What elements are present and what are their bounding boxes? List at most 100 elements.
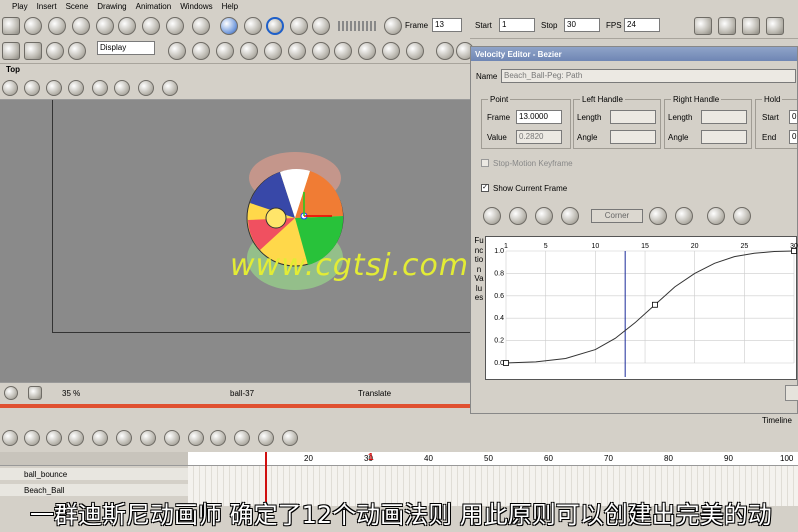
lock-icon[interactable]: [406, 42, 424, 60]
motion-icon[interactable]: [68, 430, 84, 446]
fps-field[interactable]: 24: [624, 18, 660, 32]
play-sound-icon[interactable]: [244, 17, 262, 35]
shapes-icon[interactable]: [282, 430, 298, 446]
menu-drawing[interactable]: Drawing: [97, 2, 126, 11]
function-curve-graph[interactable]: 1 5 10 15 20 25 30 0.0 0.2 0.4 0.6 0.8 1.0: [485, 236, 798, 380]
peg-icon[interactable]: [168, 42, 186, 60]
add-layer-icon[interactable]: [2, 430, 18, 446]
frame-back-icon[interactable]: [384, 17, 402, 35]
camera-viewport[interactable]: www.cgtsj.com: [0, 100, 470, 382]
menu-animation[interactable]: Animation: [136, 2, 172, 11]
menu-play[interactable]: Play: [12, 2, 28, 11]
layer-ball-bounce[interactable]: ball_bounce: [24, 470, 67, 479]
keyframe-point: [652, 301, 658, 308]
ease-icon[interactable]: [733, 207, 751, 225]
contour-tool-icon[interactable]: [24, 42, 42, 60]
corner-button[interactable]: Corner: [591, 209, 643, 223]
view-lock-icon[interactable]: [68, 80, 84, 96]
stepped-icon[interactable]: [561, 207, 579, 225]
point-frame-field[interactable]: 13.0000: [516, 110, 562, 124]
new-icon[interactable]: [694, 17, 712, 35]
remove-keyframe-icon[interactable]: [46, 430, 62, 446]
play-icon[interactable]: [220, 17, 238, 35]
no-entry-icon[interactable]: [48, 17, 66, 35]
view-padlock-icon[interactable]: [92, 80, 108, 96]
abc-tool-icon[interactable]: [2, 17, 20, 35]
ramp-icon[interactable]: [382, 42, 400, 60]
menu-windows[interactable]: Windows: [180, 2, 212, 11]
copy-icon[interactable]: [535, 207, 553, 225]
key-next-icon[interactable]: [140, 430, 156, 446]
onion-skin-icon[interactable]: [216, 42, 234, 60]
speed-slider[interactable]: [338, 21, 378, 31]
frame-field[interactable]: 13: [432, 18, 462, 32]
sound-scrub-icon[interactable]: [312, 17, 330, 35]
lock-handle-icon[interactable]: [707, 207, 725, 225]
preview-icon[interactable]: [288, 42, 306, 60]
save-icon[interactable]: [742, 17, 760, 35]
menu-help[interactable]: Help: [222, 2, 238, 11]
layer-beach-ball[interactable]: Beach_Ball: [24, 486, 64, 495]
show-current-checkbox[interactable]: ✓: [481, 184, 489, 192]
undo-icon[interactable]: [766, 17, 784, 35]
menu-scene[interactable]: Scene: [66, 2, 89, 11]
stop-field[interactable]: 30: [564, 18, 600, 32]
camera-frame-left: [52, 100, 53, 332]
view-eraser-icon[interactable]: [114, 80, 130, 96]
cog-icon[interactable]: [334, 42, 352, 60]
link-icon[interactable]: [92, 430, 108, 446]
figure-icon[interactable]: [192, 17, 210, 35]
open-icon[interactable]: [718, 17, 736, 35]
key-prev-icon[interactable]: [116, 430, 132, 446]
wrench-icon[interactable]: [192, 42, 210, 60]
timeline-ruler[interactable]: 20 30 40 50 60 70 80 90 100: [188, 452, 798, 466]
right-length-label: Length: [668, 113, 693, 122]
ok-button[interactable]: [785, 385, 798, 401]
pencil-tool-icon[interactable]: [68, 42, 86, 60]
view-motion-icon[interactable]: [162, 80, 178, 96]
ease-key-icon[interactable]: [164, 430, 180, 446]
shape-icon[interactable]: [118, 17, 136, 35]
flat-icon[interactable]: [649, 207, 667, 225]
onion-icon[interactable]: [210, 430, 226, 446]
cursor-icon[interactable]: [166, 17, 184, 35]
timeline-tab[interactable]: Timeline: [762, 416, 792, 425]
select-tool-icon[interactable]: [2, 42, 20, 60]
sound-icon[interactable]: [290, 17, 308, 35]
check-icon[interactable]: [234, 430, 250, 446]
view-line-icon[interactable]: [138, 80, 154, 96]
layer-row[interactable]: Beach_Ball: [0, 484, 188, 496]
grid-icon[interactable]: [264, 42, 282, 60]
start-field[interactable]: 1: [499, 18, 535, 32]
view-pan-icon[interactable]: [46, 80, 62, 96]
layer-row[interactable]: ball_bounce: [0, 468, 188, 480]
linear-icon[interactable]: [675, 207, 693, 225]
brush-tool-icon[interactable]: [46, 42, 64, 60]
light-table-icon[interactable]: [240, 42, 258, 60]
stairs-icon[interactable]: [358, 42, 376, 60]
loop-icon[interactable]: [266, 17, 284, 35]
peg-key-icon[interactable]: [258, 430, 274, 446]
transform-tool-icon[interactable]: [24, 17, 42, 35]
keyframe-point: [503, 360, 509, 366]
bone-icon[interactable]: [142, 17, 160, 35]
pivot-icon[interactable]: [72, 17, 90, 35]
view-grid-icon[interactable]: [24, 80, 40, 96]
reset-icon[interactable]: [509, 207, 527, 225]
view-fit-icon[interactable]: [2, 80, 18, 96]
render-icon[interactable]: [312, 42, 330, 60]
view-tab-top[interactable]: Top: [6, 65, 20, 74]
menu-insert[interactable]: Insert: [37, 2, 57, 11]
zoom-level[interactable]: 35 %: [62, 389, 80, 398]
stop-motion-checkbox[interactable]: [481, 159, 489, 167]
hold-end-field[interactable]: 0: [789, 130, 798, 144]
smooth-icon[interactable]: [483, 207, 501, 225]
camera-icon[interactable]: [188, 430, 204, 446]
keyframe-icon[interactable]: [24, 430, 40, 446]
bulb-icon[interactable]: [96, 17, 114, 35]
mask-icon[interactable]: [28, 386, 42, 400]
settings-icon[interactable]: [4, 386, 18, 400]
lightbulb-icon[interactable]: [436, 42, 454, 60]
hold-start-field[interactable]: 0: [789, 110, 798, 124]
display-select[interactable]: Display: [97, 41, 155, 55]
